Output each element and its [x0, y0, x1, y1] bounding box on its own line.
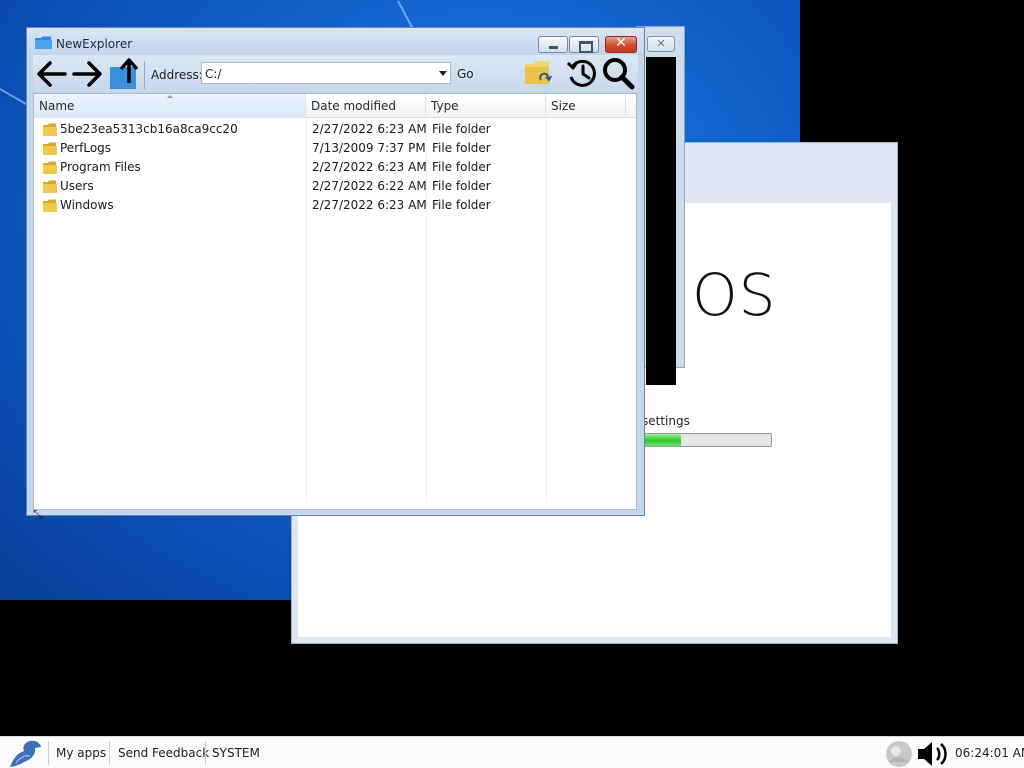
folder-icon — [43, 142, 57, 155]
setup-heading: OS — [692, 261, 777, 329]
column-header-type[interactable]: Type — [426, 94, 546, 118]
console-close-button[interactable]: ✕ — [647, 36, 675, 52]
resize-grip-icon[interactable]: ⤡ — [33, 507, 43, 522]
volume-icon[interactable] — [916, 739, 952, 768]
file-name: Windows — [60, 198, 114, 212]
file-name: Program Files — [60, 160, 141, 174]
file-row[interactable]: Users 2/27/2022 6:22 AM File folder — [34, 177, 626, 196]
folder-icon — [43, 180, 57, 193]
column-header-date[interactable]: Date modified — [306, 94, 426, 118]
go-button[interactable]: Go — [457, 67, 474, 81]
send-feedback-button[interactable]: Send Feedback — [118, 746, 209, 760]
file-row[interactable]: Windows 2/27/2022 6:23 AM File folder — [34, 196, 626, 215]
toolbar-separator — [144, 61, 145, 89]
history-icon[interactable] — [565, 56, 599, 90]
user-globe-icon[interactable] — [885, 740, 913, 768]
folder-icon — [43, 161, 57, 174]
clock[interactable]: 06:24:01 AM — [955, 746, 1024, 760]
file-name: Users — [60, 179, 94, 193]
file-type: File folder — [432, 141, 491, 155]
file-date: 2/27/2022 6:23 AM — [312, 160, 427, 174]
explorer-toolbar: Address: Go — [33, 55, 638, 93]
console-body — [646, 57, 676, 385]
file-name: PerfLogs — [60, 141, 112, 155]
address-input[interactable] — [205, 66, 425, 81]
my-apps-button[interactable]: My apps — [56, 746, 106, 760]
column-header: Name Date modified Type Size — [34, 94, 636, 118]
file-row[interactable]: 5be23ea5313cb16a8ca9cc20 2/27/2022 6:23 … — [34, 120, 626, 139]
file-type: File folder — [432, 179, 491, 193]
taskbar-divider — [109, 741, 110, 765]
setup-status-text: settings — [642, 414, 690, 428]
window-title: NewExplorer — [56, 37, 133, 51]
explorer-window[interactable]: NewExplorer ✕ Address: Go — [26, 27, 645, 521]
up-folder-icon[interactable] — [109, 57, 143, 91]
file-name: 5be23ea5313cb16a8ca9cc20 — [60, 122, 238, 136]
file-row[interactable]: Program Files 2/27/2022 6:23 AM File fol… — [34, 158, 626, 177]
back-arrow-icon[interactable] — [35, 57, 69, 91]
taskbar: My apps Send Feedback SYSTEM 06:24:01 AM — [0, 736, 1024, 768]
file-type: File folder — [432, 122, 491, 136]
forward-arrow-icon[interactable] — [70, 57, 104, 91]
explorer-titlebar[interactable]: NewExplorer ✕ — [27, 28, 644, 55]
file-row[interactable]: PerfLogs 7/13/2009 7:37 PM File folder — [34, 139, 626, 158]
sort-ascending-icon — [167, 95, 173, 98]
refresh-folder-icon[interactable] — [524, 58, 556, 88]
file-list[interactable]: Name Date modified Type Size 5be23ea5313… — [33, 93, 637, 510]
folder-icon — [35, 36, 52, 49]
close-button[interactable]: ✕ — [605, 35, 637, 53]
maximize-button[interactable] — [569, 36, 599, 53]
folder-icon — [43, 123, 57, 136]
file-date: 2/27/2022 6:23 AM — [312, 198, 427, 212]
file-date: 2/27/2022 6:23 AM — [312, 122, 427, 136]
taskbar-divider — [48, 741, 49, 765]
setup-progress-fill — [643, 434, 682, 446]
setup-progress-bar — [642, 433, 772, 447]
address-label: Address: — [151, 68, 203, 82]
file-date: 7/13/2009 7:37 PM — [312, 141, 426, 155]
column-header-size[interactable]: Size — [546, 94, 626, 118]
search-icon[interactable] — [601, 56, 635, 90]
folder-icon — [43, 199, 57, 212]
address-combobox[interactable] — [201, 62, 451, 84]
file-type: File folder — [432, 160, 491, 174]
start-bird-icon[interactable] — [8, 739, 44, 768]
file-date: 2/27/2022 6:22 AM — [312, 179, 427, 193]
chevron-down-icon[interactable] — [439, 71, 447, 76]
taskbar-divider — [205, 741, 206, 765]
system-button[interactable]: SYSTEM — [212, 746, 260, 760]
close-icon: ✕ — [615, 35, 627, 51]
file-type: File folder — [432, 198, 491, 212]
minimize-button[interactable] — [538, 36, 568, 53]
